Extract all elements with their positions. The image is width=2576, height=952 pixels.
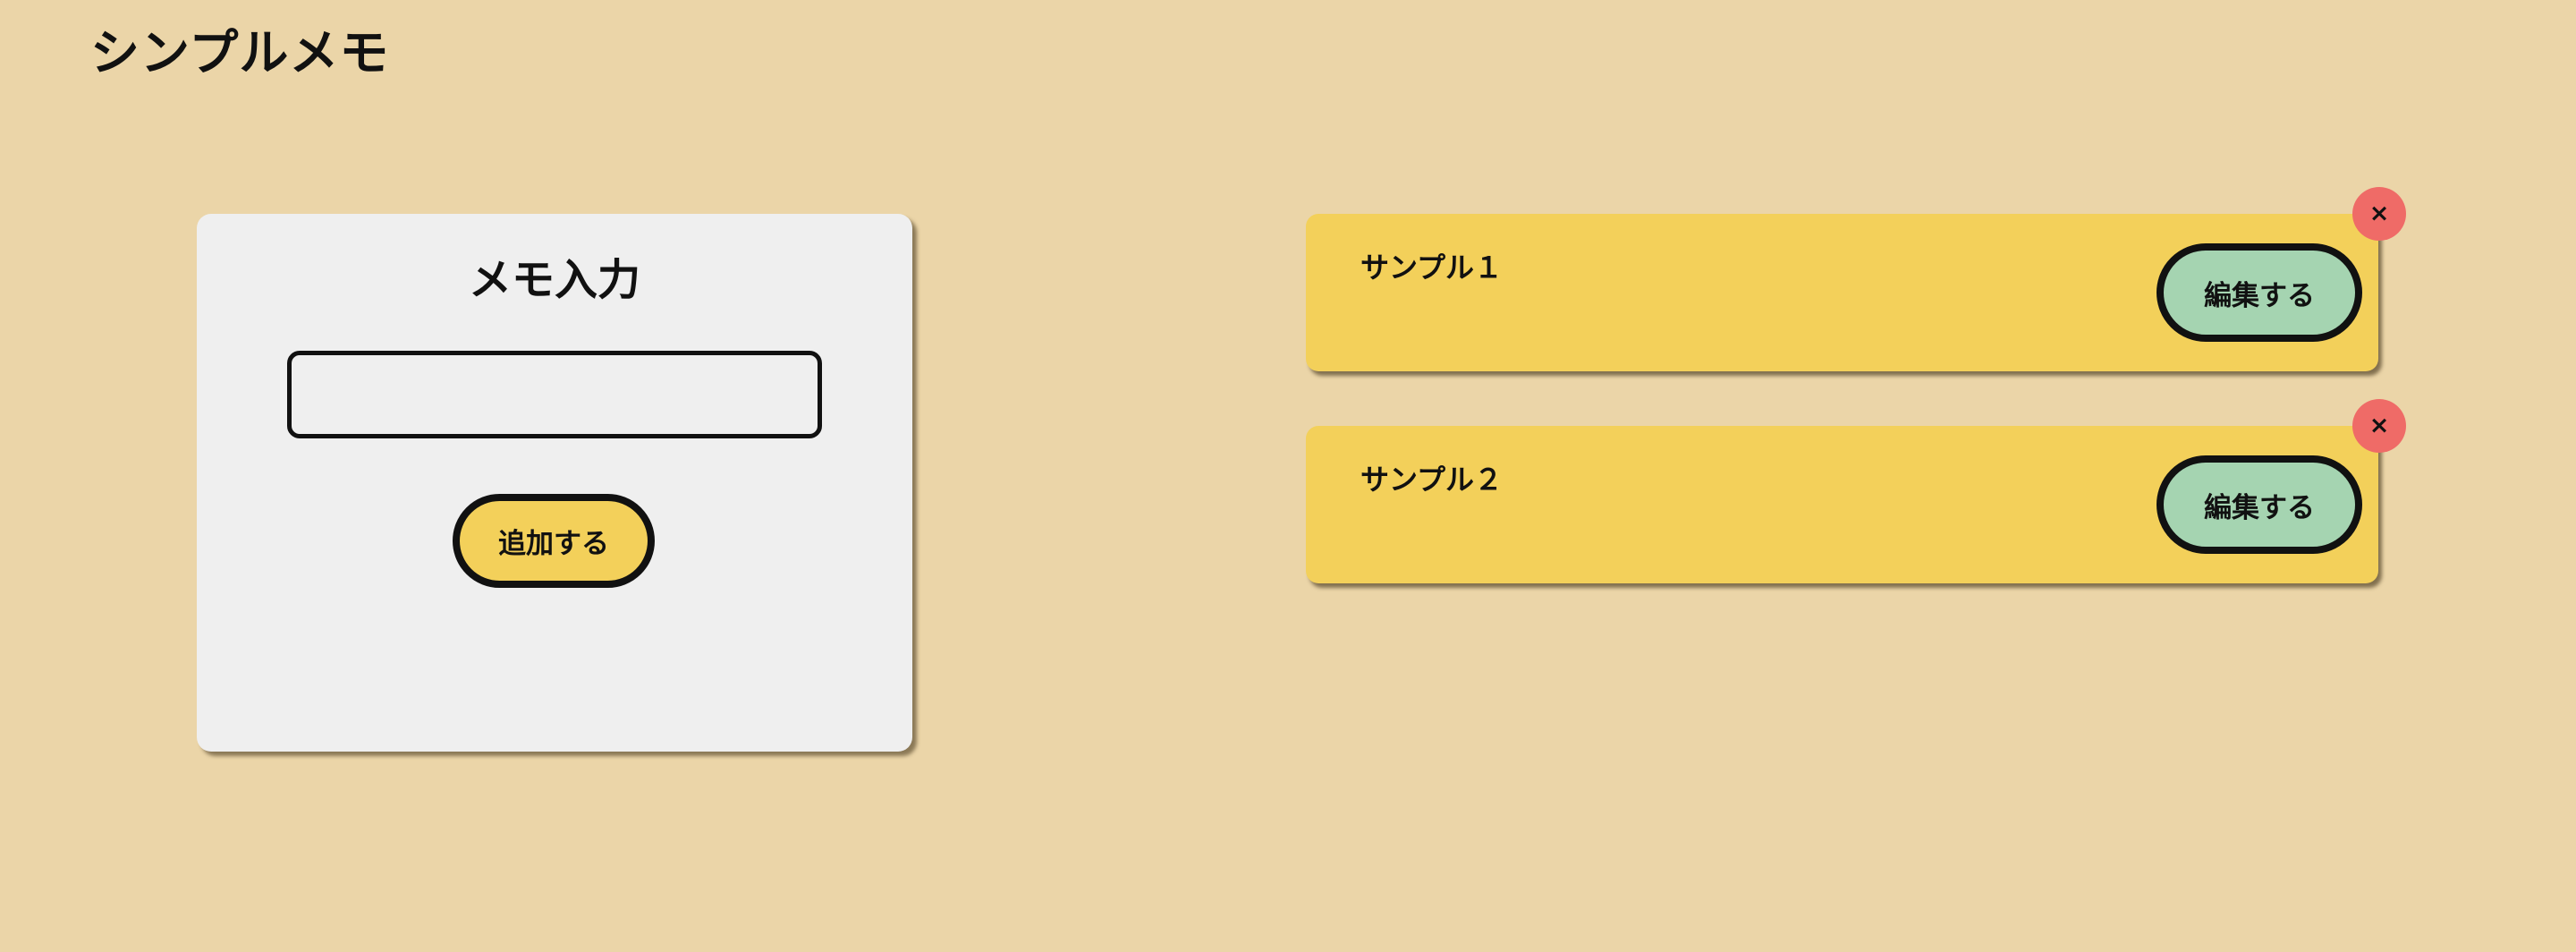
memo-input-panel: メモ入力 追加する bbox=[197, 214, 912, 752]
memo-input-title: メモ入力 bbox=[468, 255, 640, 305]
edit-memo-button[interactable]: 編集する bbox=[2157, 243, 2362, 342]
memo-card: サンプル２ 編集する × bbox=[1306, 399, 2406, 583]
edit-memo-button[interactable]: 編集する bbox=[2157, 455, 2362, 554]
app-title: シンプルメモ bbox=[90, 24, 390, 81]
memo-card: サンプル１ 編集する × bbox=[1306, 187, 2406, 371]
memo-text: サンプル１ bbox=[1360, 251, 1504, 285]
memo-text: サンプル２ bbox=[1360, 463, 1504, 497]
add-memo-button[interactable]: 追加する bbox=[453, 494, 655, 588]
memo-input-field[interactable] bbox=[287, 351, 822, 438]
close-icon[interactable]: × bbox=[2352, 187, 2406, 241]
close-icon[interactable]: × bbox=[2352, 399, 2406, 453]
